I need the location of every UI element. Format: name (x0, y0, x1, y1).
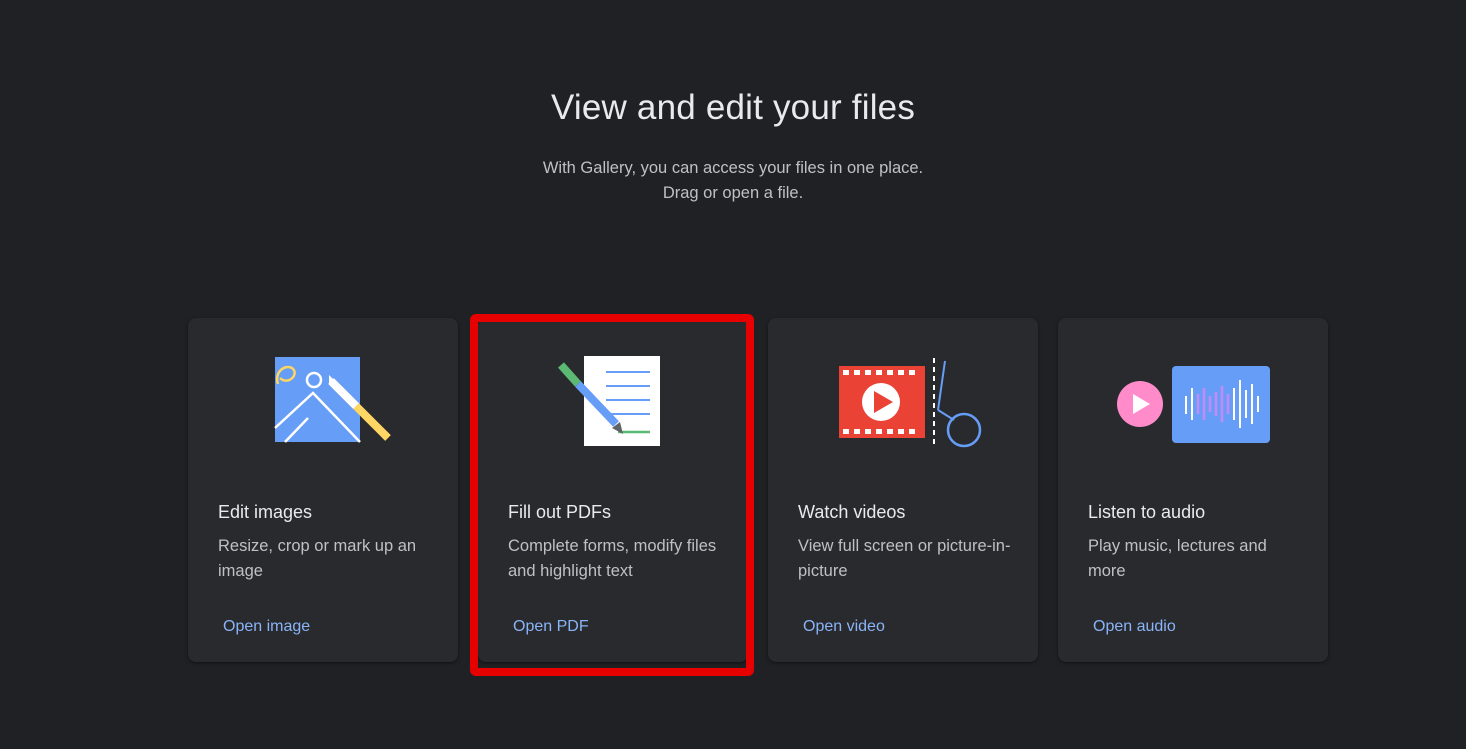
card-description: Complete forms, modify files and highlig… (508, 537, 717, 580)
subtitle-line-1: With Gallery, you can access your files … (542, 159, 924, 177)
page-subtitle: With Gallery, you can access your files … (0, 156, 1466, 206)
gallery-empty-state: View and edit your files With Gallery, y… (0, 0, 1466, 749)
card-fill-out-pdfs: Fill out PDFs Complete forms, modify fil… (478, 318, 748, 662)
card-description: Resize, crop or mark up an image (218, 537, 417, 580)
open-pdf-link[interactable]: Open PDF (513, 618, 589, 636)
open-audio-link[interactable]: Open audio (1093, 618, 1176, 636)
card-title: Edit images (218, 502, 313, 522)
subtitle-line-2: Drag or open a file. (662, 184, 804, 202)
card-description: View full screen or picture-in-picture (798, 537, 1011, 580)
card-edit-images: Edit images Resize, crop or mark up an i… (188, 318, 458, 662)
card-description: Play music, lectures and more (1088, 537, 1267, 580)
edit-image-illustration-icon (274, 357, 391, 443)
video-film-illustration-icon (839, 358, 982, 448)
pdf-document-illustration-icon (558, 356, 660, 446)
card-title: Watch videos (798, 502, 906, 522)
audio-waveform-illustration-icon (1117, 366, 1270, 443)
open-image-link[interactable]: Open image (223, 618, 310, 636)
card-listen-to-audio: Listen to audio Play music, lectures and… (1058, 318, 1328, 662)
card-title: Listen to audio (1088, 502, 1206, 522)
page-title: View and edit your files (550, 88, 916, 127)
open-video-link[interactable]: Open video (803, 618, 885, 636)
card-watch-videos: Watch videos View full screen or picture… (768, 318, 1038, 662)
card-title: Fill out PDFs (508, 502, 612, 522)
